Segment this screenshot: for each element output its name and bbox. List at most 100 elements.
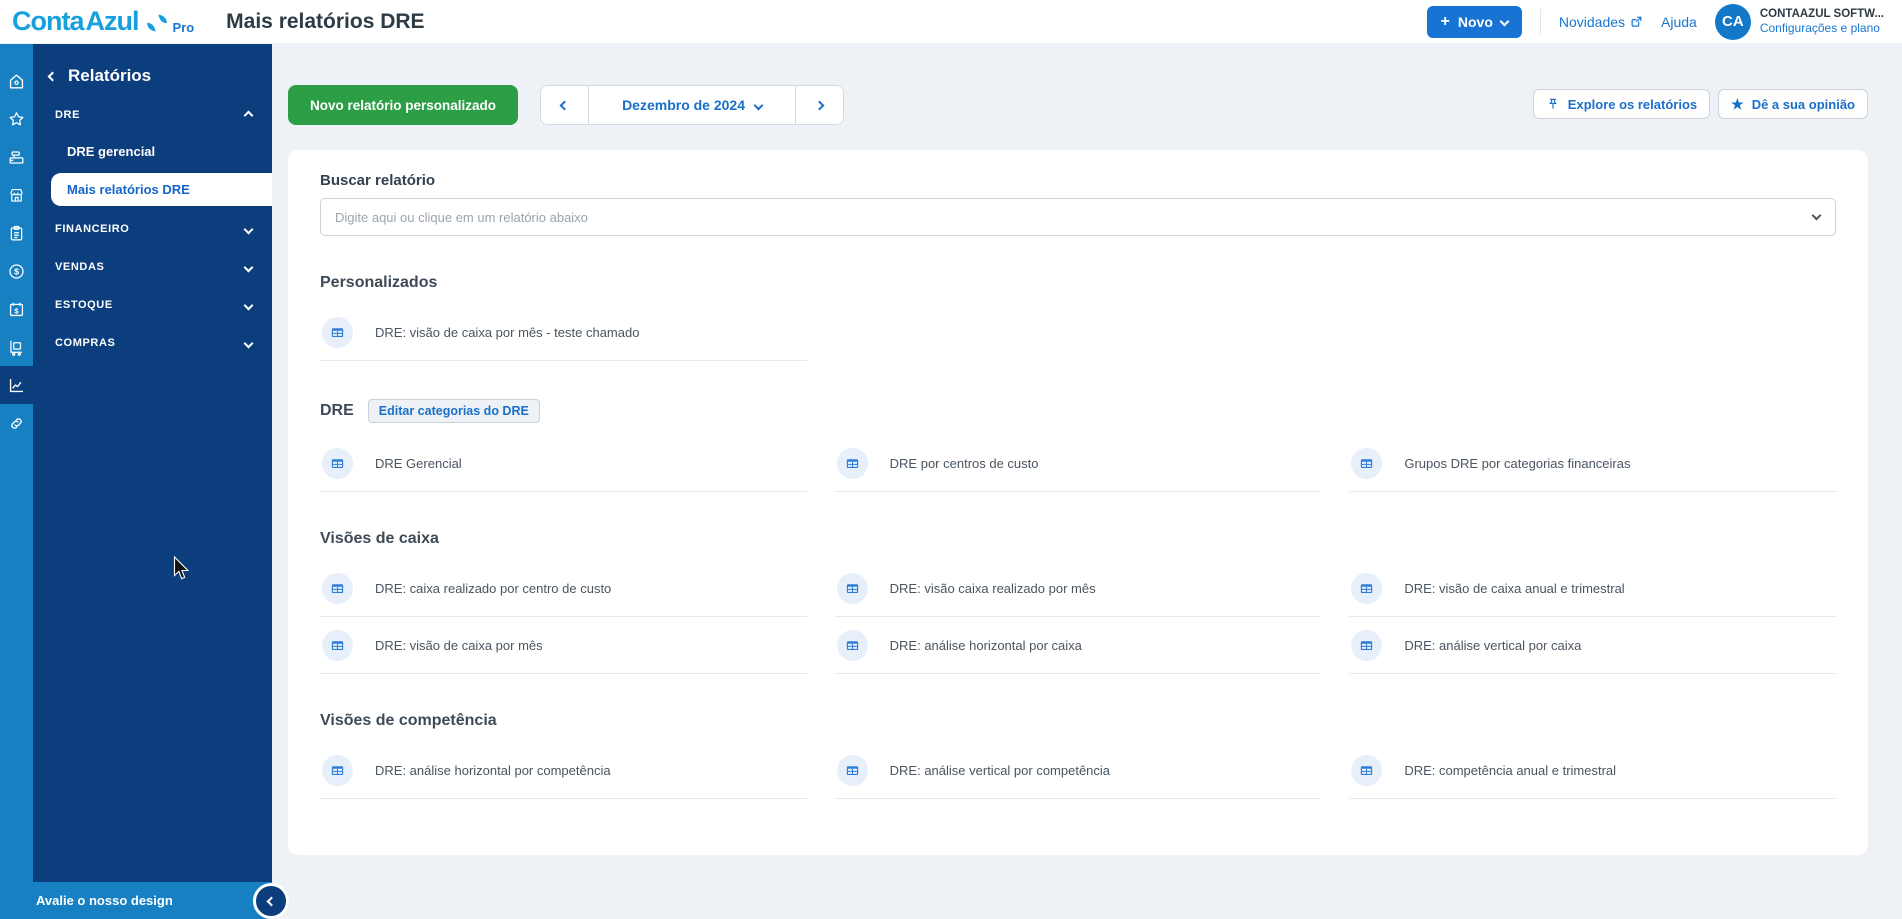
toolbar: Novo relatório personalizado Dezembro de… <box>288 85 1868 125</box>
ajuda-link[interactable]: Ajuda <box>1661 14 1697 30</box>
logo-text-conta: Conta <box>12 6 84 37</box>
chevron-down-icon <box>754 100 764 110</box>
star-icon: ★ <box>1731 96 1744 113</box>
report-items-grid: DRE: caixa realizado por centro de custo… <box>320 560 1836 674</box>
report-item-label: DRE por centros de custo <box>890 456 1039 471</box>
report-sections: Personalizados DRE: visão de caixa por m… <box>320 274 1836 799</box>
rail-dollar-circle-icon[interactable]: $ <box>0 252 33 290</box>
sidebar-item-dre-gerencial[interactable]: DRE gerencial <box>33 134 272 169</box>
report-item-label: DRE Gerencial <box>375 456 462 471</box>
report-item[interactable]: DRE: visão de caixa anual e trimestral <box>1349 560 1836 617</box>
period-navigator: Dezembro de 2024 <box>540 85 844 125</box>
page-title: Mais relatórios DRE <box>226 10 424 34</box>
sidebar-group-dre[interactable]: DRE <box>33 96 272 134</box>
rail-link-icon[interactable] <box>0 404 33 442</box>
section-title: Visões de competência <box>320 712 497 730</box>
feedback-button[interactable]: ★ Dê a sua opinião <box>1718 89 1868 119</box>
report-item[interactable]: DRE: análise vertical por caixa <box>1349 617 1836 674</box>
report-item-label: DRE: visão caixa realizado por mês <box>890 581 1096 596</box>
header-divider <box>1540 9 1541 35</box>
design-feedback-label: Avalie o nosso design <box>36 893 173 908</box>
novidades-link[interactable]: Novidades <box>1559 14 1643 30</box>
rail-chart-icon[interactable] <box>0 366 33 404</box>
report-item[interactable]: DRE: análise vertical por competência <box>835 742 1322 799</box>
account-name: CONTAAZUL SOFTW... <box>1760 7 1884 21</box>
icon-rail: $ $ <box>0 44 33 919</box>
contaazul-logo[interactable]: Conta Azul Pro <box>12 6 194 37</box>
chevron-down-icon <box>244 224 254 234</box>
design-feedback-bar[interactable]: Avalie o nosso design <box>0 882 272 919</box>
chevron-up-icon <box>244 110 254 120</box>
table-icon <box>837 630 868 661</box>
chevron-right-icon <box>815 100 825 110</box>
rail-star-icon[interactable] <box>0 100 33 138</box>
rail-calendar-dollar-icon[interactable]: $ <box>0 290 33 328</box>
report-section: Visões de competência DRE: análise horiz… <box>320 712 1836 799</box>
report-item-label: DRE: competência anual e trimestral <box>1404 763 1616 778</box>
table-icon <box>322 630 353 661</box>
table-icon <box>1351 448 1382 479</box>
chevron-left-icon <box>48 71 58 81</box>
chevron-left-icon <box>560 100 570 110</box>
sidebar-group-estoque[interactable]: ESTOQUE <box>33 286 272 324</box>
period-label: Dezembro de 2024 <box>622 97 745 113</box>
main-content: Novo relatório personalizado Dezembro de… <box>272 44 1902 919</box>
sidebar-group-financeiro[interactable]: FINANCEIRO <box>33 210 272 248</box>
report-item[interactable]: DRE Gerencial <box>320 435 807 492</box>
report-item[interactable]: DRE por centros de custo <box>835 435 1322 492</box>
rail-home-icon[interactable] <box>0 62 33 100</box>
report-item[interactable]: DRE: caixa realizado por centro de custo <box>320 560 807 617</box>
sidebar-group-vendas[interactable]: VENDAS <box>33 248 272 286</box>
period-next-button[interactable] <box>796 86 843 124</box>
table-icon <box>322 755 353 786</box>
section-title: Personalizados <box>320 274 437 292</box>
chevron-down-icon <box>1499 17 1509 27</box>
section-title: Visões de caixa <box>320 530 439 548</box>
report-items-grid: DRE: visão de caixa por mês - teste cham… <box>320 304 1836 361</box>
explore-reports-button[interactable]: Explore os relatórios <box>1533 89 1710 119</box>
period-prev-button[interactable] <box>541 86 588 124</box>
table-icon <box>837 755 868 786</box>
rail-cart-icon[interactable] <box>0 328 33 366</box>
avatar[interactable]: CA <box>1715 4 1751 40</box>
table-icon <box>837 448 868 479</box>
sidebar-item-mais-relatorios-dre[interactable]: Mais relatórios DRE <box>51 173 272 206</box>
leaf-icon <box>145 11 169 35</box>
report-item[interactable]: DRE: análise horizontal por caixa <box>835 617 1322 674</box>
report-item-label: DRE: visão de caixa anual e trimestral <box>1404 581 1624 596</box>
period-dropdown[interactable]: Dezembro de 2024 <box>588 86 796 124</box>
pin-icon <box>1546 97 1560 111</box>
sidebar-group-compras[interactable]: COMPRAS <box>33 324 272 362</box>
new-custom-report-button[interactable]: Novo relatório personalizado <box>288 85 518 125</box>
search-input[interactable] <box>320 198 1836 236</box>
report-item[interactable]: DRE: análise horizontal por competência <box>320 742 807 799</box>
svg-text:$: $ <box>14 306 19 315</box>
plus-icon: + <box>1441 13 1450 31</box>
rail-clipboard-icon[interactable] <box>0 214 33 252</box>
table-icon <box>322 448 353 479</box>
table-icon <box>837 573 868 604</box>
rail-store-icon[interactable] <box>0 176 33 214</box>
report-item-label: DRE: análise vertical por caixa <box>1404 638 1581 653</box>
report-item[interactable]: DRE: competência anual e trimestral <box>1349 742 1836 799</box>
report-item[interactable]: DRE: visão de caixa por mês - teste cham… <box>320 304 807 361</box>
report-item-label: DRE: caixa realizado por centro de custo <box>375 581 611 596</box>
sidebar-back-header[interactable]: Relatórios <box>33 44 272 96</box>
sidebar-collapse-button[interactable] <box>253 883 289 919</box>
sidebar-title: Relatórios <box>68 66 151 86</box>
report-item[interactable]: Grupos DRE por categorias financeiras <box>1349 435 1836 492</box>
table-icon <box>1351 755 1382 786</box>
report-item-label: DRE: análise vertical por competência <box>890 763 1110 778</box>
report-items-grid: DRE: análise horizontal por competência … <box>320 742 1836 799</box>
rail-cash-register-icon[interactable] <box>0 138 33 176</box>
table-icon <box>1351 573 1382 604</box>
edit-dre-categories-button[interactable]: Editar categorias do DRE <box>368 399 540 423</box>
report-item-label: DRE: visão de caixa por mês <box>375 638 543 653</box>
account-settings-link[interactable]: Configurações e plano <box>1760 21 1884 36</box>
report-item[interactable]: DRE: visão de caixa por mês <box>320 617 807 674</box>
report-item[interactable]: DRE: visão caixa realizado por mês <box>835 560 1322 617</box>
section-title: DRE <box>320 402 354 420</box>
novo-button[interactable]: + Novo <box>1427 6 1522 38</box>
report-items-grid: DRE Gerencial DRE por centros de custo G… <box>320 435 1836 492</box>
report-section: Personalizados DRE: visão de caixa por m… <box>320 274 1836 361</box>
